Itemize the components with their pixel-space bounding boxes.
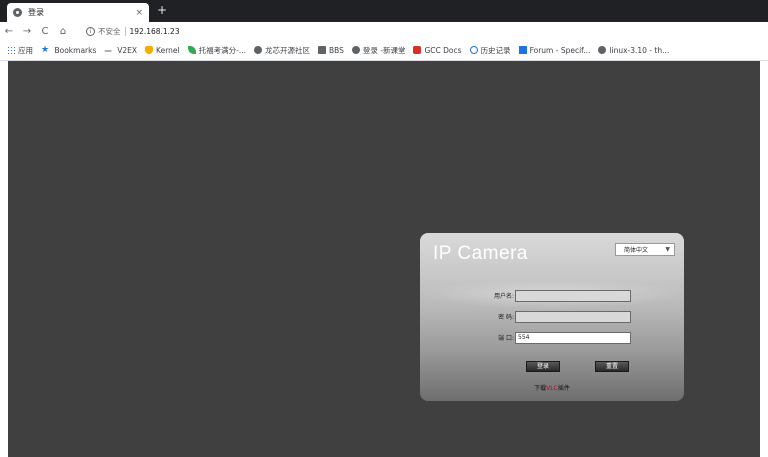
home-button[interactable]: ⌂ [54,26,72,37]
divider [124,26,126,36]
language-select[interactable]: 简体中文 ▼ [615,243,675,256]
bookmark-label: Forum - Specif... [529,45,591,55]
password-field[interactable] [515,311,631,323]
forum-icon [518,46,527,54]
bookmark-label: V2EX [117,45,138,55]
port-label: 端 口: [498,335,514,342]
bookmark-kernel[interactable]: Kernel [145,46,180,55]
globe-icon [351,46,360,54]
plugin-name: VLC [546,385,558,392]
url-text: 192.168.1.23 [129,26,180,36]
tab-title: 登录 [28,8,44,17]
info-icon[interactable]: i [86,26,95,36]
bookmark-linux[interactable]: linux-3.10 - th... [598,46,669,55]
username-field[interactable] [515,290,631,302]
insecure-label: 不安全 [98,26,121,36]
bookmark-toefl[interactable]: 托福考满分-... [187,45,246,56]
bookmark-gcc-docs[interactable]: GCC Docs [413,45,462,55]
globe-icon [598,46,607,54]
download-prefix: 下载 [534,385,547,392]
bookmark-apps[interactable]: 应用 [7,45,33,56]
bookmark-label: 龙芯开源社区 [264,45,310,55]
close-icon[interactable]: × [135,8,143,18]
bookmark-label: 历史记录 [480,45,511,55]
bookmark-label: 托福考满分-... [198,45,246,55]
bookmark-label: Kernel [156,45,180,55]
password-label: 密 码: [498,314,514,321]
language-value: 简体中文 [624,247,649,254]
address-bar[interactable]: i 不安全 192.168.1.23 [86,23,746,39]
star-icon: ★ [41,45,50,55]
bookmark-v2ex[interactable]: — V2EX [104,46,137,55]
folder-icon [317,46,326,54]
forward-button[interactable]: → [18,26,36,37]
bookmark-forum[interactable]: Forum - Specif... [518,45,591,55]
password-row: 密 码: [420,311,684,323]
tab-login[interactable]: 登录 × [7,3,149,22]
globe-icon [253,46,262,54]
back-button[interactable]: ← [0,26,18,37]
reset-button[interactable]: 重置 [595,361,629,372]
bookmark-label: linux-3.10 - th... [609,45,670,55]
bookmark-classroom[interactable]: 登录 -新课堂 [351,45,406,56]
gcc-icon [413,46,422,54]
brand-title: IP Camera [433,243,528,264]
tux-icon [145,46,154,54]
chevron-down-icon: ▼ [665,246,670,253]
download-suffix: 插件 [557,385,570,392]
bookmark-loongson[interactable]: 龙芯开源社区 [253,45,310,56]
bookmarks-bar: 应用 ★ Bookmarks — V2EX Kernel 托福考满分-... 龙… [0,40,768,61]
new-tab-button[interactable]: + [155,3,169,17]
username-label: 用户名: [493,293,514,300]
tab-strip: 登录 × + [0,0,768,22]
bookmark-label: GCC Docs [424,45,462,55]
apps-icon [7,46,15,54]
port-row: 端 口: 554 [420,332,684,344]
leaf-icon [187,46,196,54]
bookmark-label: 应用 [18,45,33,55]
login-panel: IP Camera 简体中文 ▼ 用户名: 密 码: 端 口: 554 登录 重… [420,233,684,401]
bookmark-bbs[interactable]: BBS [317,45,344,55]
login-button[interactable]: 登录 [526,361,560,372]
bookmark-history[interactable]: 历史记录 [469,45,511,56]
username-row: 用户名: [420,290,684,302]
port-field[interactable]: 554 [515,332,631,344]
bookmark-label: BBS [328,45,344,55]
browser-toolbar: ← → C ⌂ i 不安全 192.168.1.23 [0,22,768,40]
page-content: IP Camera 简体中文 ▼ 用户名: 密 码: 端 口: 554 登录 重… [8,61,760,457]
bookmark-label: Bookmarks [54,45,97,55]
dash-icon: — [104,45,112,55]
bookmark-bookmarks[interactable]: ★ Bookmarks [41,45,96,55]
history-icon [469,46,478,54]
reload-button[interactable]: C [36,26,54,37]
bookmark-label: 登录 -新课堂 [362,45,406,55]
download-plugin-link[interactable]: 下载VLC插件 [420,383,684,392]
globe-icon [13,8,22,17]
